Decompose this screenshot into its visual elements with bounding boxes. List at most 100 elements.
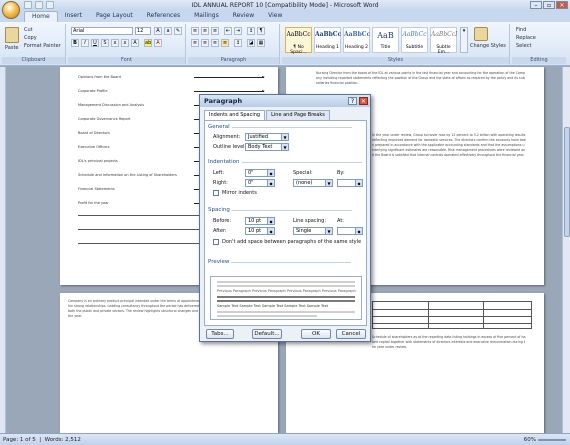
format-painter-button[interactable]: Format Painter: [24, 43, 61, 49]
tab-line-and-page-breaks[interactable]: Line and Page Breaks: [266, 110, 330, 120]
page-count[interactable]: Page: 1 of 5: [3, 437, 36, 443]
borders-icon[interactable]: ▦: [257, 39, 265, 47]
vertical-scrollbar[interactable]: [562, 67, 570, 433]
style-name: Heading 1: [315, 45, 340, 50]
office-button[interactable]: [2, 1, 20, 19]
increase-indent-icon[interactable]: ⇥: [234, 27, 242, 35]
bold-icon[interactable]: B: [71, 39, 79, 47]
style-heading-2[interactable]: AaBbCc Heading 2: [343, 27, 370, 53]
by-spinner[interactable]: ◆: [337, 179, 363, 187]
at-spinner[interactable]: ◆: [337, 227, 363, 235]
replace-button[interactable]: Replace: [516, 35, 536, 41]
multilevel-list-icon[interactable]: ≡: [211, 27, 219, 35]
toc-entry[interactable]: Opinions from the Board: [78, 75, 265, 81]
tab-page-layout[interactable]: Page Layout: [89, 11, 140, 22]
strikethrough-icon[interactable]: S: [101, 39, 109, 47]
tabs-button[interactable]: Tabs...: [206, 329, 234, 339]
font-size-select[interactable]: 12: [135, 27, 151, 35]
by-label: By:: [337, 170, 345, 176]
align-left-icon[interactable]: ≡: [191, 39, 199, 47]
scrollbar-thumb[interactable]: [564, 127, 570, 237]
copy-button[interactable]: Copy: [24, 35, 37, 41]
style-preview: AaBbCc: [286, 31, 311, 38]
undo-icon[interactable]: [35, 1, 43, 9]
minimize-button[interactable]: –: [530, 1, 542, 9]
before-spinner[interactable]: 10 pt ◆: [245, 217, 275, 225]
sort-icon[interactable]: ↕: [247, 27, 255, 35]
spinner-icon: ◆: [267, 180, 274, 186]
tab-home[interactable]: Home: [24, 11, 58, 22]
bullets-icon[interactable]: ≡: [191, 27, 199, 35]
shrink-font-icon[interactable]: a: [164, 27, 172, 35]
italic-icon[interactable]: I: [81, 39, 89, 47]
page-text: In the year under review, Group turnover…: [372, 133, 526, 157]
select-button[interactable]: Select: [516, 43, 531, 49]
styles-scroll-icon[interactable]: ▾: [460, 27, 468, 53]
alignment-value: Justified: [248, 134, 268, 140]
dont-add-space-checkbox[interactable]: [213, 239, 219, 245]
font-color-icon[interactable]: A: [154, 39, 162, 47]
highlight-icon[interactable]: ab: [144, 39, 152, 47]
underline-icon[interactable]: U: [91, 39, 99, 47]
zoom-level[interactable]: 60%: [524, 437, 536, 443]
line-spacing-select[interactable]: Single ▼: [293, 227, 333, 235]
after-spinner[interactable]: 10 pt ◆: [245, 227, 275, 235]
before-value: 10 pt: [248, 218, 262, 224]
close-dialog-button[interactable]: ✕: [359, 97, 368, 105]
cut-button[interactable]: Cut: [24, 27, 33, 33]
help-button[interactable]: ?: [348, 97, 357, 105]
styles-label: Styles: [282, 57, 509, 64]
line-spacing-icon[interactable]: ↕: [234, 39, 242, 47]
font-group: Arial 12 A a ✎ B I U S x x A ab A Font: [68, 24, 186, 64]
zoom-slider[interactable]: [538, 439, 566, 441]
special-select[interactable]: (none) ▼: [293, 179, 333, 187]
outline-level-select[interactable]: Body Text ▼: [245, 143, 289, 151]
change-styles-button[interactable]: Change Styles: [470, 43, 506, 49]
style-heading-1[interactable]: AaBbCc Heading 1: [314, 27, 341, 53]
paste-icon[interactable]: [5, 27, 19, 43]
tab-insert[interactable]: Insert: [58, 11, 89, 22]
clear-format-icon[interactable]: ✎: [174, 27, 182, 35]
style-no-spacing[interactable]: AaBbCc ¶ No Spaci...: [285, 27, 312, 55]
right-indent-spinner[interactable]: 0" ◆: [245, 179, 275, 187]
close-window-button[interactable]: ✕: [556, 1, 568, 9]
save-icon[interactable]: [24, 1, 32, 9]
align-right-icon[interactable]: ≡: [211, 39, 219, 47]
tab-view[interactable]: View: [261, 11, 289, 22]
find-button[interactable]: Find: [516, 27, 526, 33]
cancel-button[interactable]: Cancel: [336, 329, 366, 339]
styles-group: AaBbCc ¶ No Spaci... AaBbCc Heading 1 Aa…: [282, 24, 510, 64]
show-marks-icon[interactable]: ¶: [257, 27, 265, 35]
redo-icon[interactable]: [46, 1, 54, 9]
left-indent-spinner[interactable]: 0" ◆: [245, 169, 275, 177]
tab-mailings[interactable]: Mailings: [187, 11, 226, 22]
decrease-indent-icon[interactable]: ⇤: [224, 27, 232, 35]
subscript-icon[interactable]: x: [111, 39, 119, 47]
alignment-select[interactable]: Justified ▼: [245, 133, 289, 141]
style-subtle-emphasis[interactable]: AaBbCcI Subtle Em...: [430, 27, 457, 55]
align-center-icon[interactable]: ≡: [201, 39, 209, 47]
style-preview: AaB: [377, 31, 394, 40]
justify-icon[interactable]: ≡: [221, 39, 229, 47]
paste-button[interactable]: Paste: [5, 45, 19, 51]
maximize-button[interactable]: ▫: [543, 1, 555, 9]
dont-add-space-label: Don't add space between paragraphs of th…: [222, 239, 362, 245]
spinner-icon: ◆: [355, 228, 362, 234]
chevron-down-icon: ▼: [325, 228, 332, 234]
word-count[interactable]: Words: 2,512: [45, 437, 81, 443]
shading-icon[interactable]: ◪: [247, 39, 255, 47]
font-name-select[interactable]: Arial: [71, 27, 133, 35]
style-subtitle[interactable]: AaBbCc Subtitle: [401, 27, 428, 53]
tab-references[interactable]: References: [140, 11, 187, 22]
right-indent-label: Right:: [213, 180, 228, 186]
mirror-indents-checkbox[interactable]: [213, 190, 219, 196]
ok-button[interactable]: OK: [301, 329, 331, 339]
default-button[interactable]: Default...: [252, 329, 282, 339]
grow-font-icon[interactable]: A: [154, 27, 162, 35]
tab-review[interactable]: Review: [226, 11, 261, 22]
change-styles-icon[interactable]: [474, 27, 488, 41]
superscript-icon[interactable]: x: [121, 39, 129, 47]
style-title[interactable]: AaB Title: [372, 27, 399, 53]
numbering-icon[interactable]: ≡: [201, 27, 209, 35]
change-case-icon[interactable]: A: [131, 39, 139, 47]
